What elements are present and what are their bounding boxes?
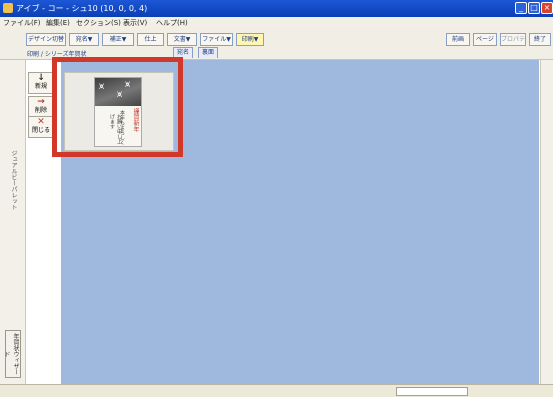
toolbar-property-button[interactable]: プロパティ [500,33,526,46]
app-icon [3,3,13,13]
toolbar-file-button[interactable]: ファイル▼ [200,33,233,46]
window-title: アイブ - コー - シュ10 (10, 0, 0, 4) [16,4,148,13]
toolbar-page-button[interactable]: ページ [473,33,497,46]
vertical-scrollbar[interactable] [540,60,553,384]
delete-label: 削除 [34,107,47,114]
toolbar-print-button[interactable]: 印刷▼ [236,33,264,46]
arrow-icon: → [37,97,45,107]
close-doc-button[interactable]: ✕ 閉じる [28,116,54,138]
toolbar-prev-button[interactable]: 前画 [446,33,470,46]
toolbar-correct-button[interactable]: 補正▼ [102,33,134,46]
minimize-button[interactable]: _ [515,2,527,14]
toolbar-document-button[interactable]: 文書▼ [167,33,197,46]
toolbar-design-button[interactable]: デザイン切替 [26,33,66,46]
menu-file[interactable]: ファイル(F) [3,18,41,28]
palette-label[interactable]: ジュアルビーパレット [6,150,18,250]
x-icon: ✕ [37,117,45,127]
close-doc-label: 閉じる [31,127,50,134]
menu-section[interactable]: セクション(S) [76,18,121,28]
new-label: 新規 [34,83,47,90]
menu-view[interactable]: 表示(V) [123,18,147,28]
close-button[interactable]: × [541,2,553,14]
wizard-button[interactable]: 年賀状ウィザード [3,330,21,378]
status-bar [0,384,553,397]
highlight-box [52,57,183,157]
tab-back[interactable]: 裏面 [198,47,218,58]
toolbar-finish-button[interactable]: 仕上 [137,33,164,46]
menu-help[interactable]: ヘルプ(H) [156,18,188,28]
new-button[interactable]: ↓ 新規 [28,72,54,94]
status-field [396,387,468,396]
menu-edit[interactable]: 編集(E) [46,18,70,28]
delete-button[interactable]: → 削除 [28,96,54,118]
toolbar-exit-button[interactable]: 終了 [529,33,551,46]
menu-bar: ファイル(F) 編集(E) セクション(S) 表示(V) ヘルプ(H) [0,17,553,28]
maximize-button[interactable]: □ [528,2,540,14]
new-icon: ↓ [37,73,45,83]
title-bar: アイブ - コー - シュ10 (10, 0, 0, 4) _ □ × [0,0,553,17]
toolbar-address-button[interactable]: 宛名▼ [69,33,99,46]
toolbar: デザイン切替 宛名▼ 補正▼ 仕上 文書▼ ファイル▼ 印刷▼ 前画 ページ プ… [0,28,553,60]
